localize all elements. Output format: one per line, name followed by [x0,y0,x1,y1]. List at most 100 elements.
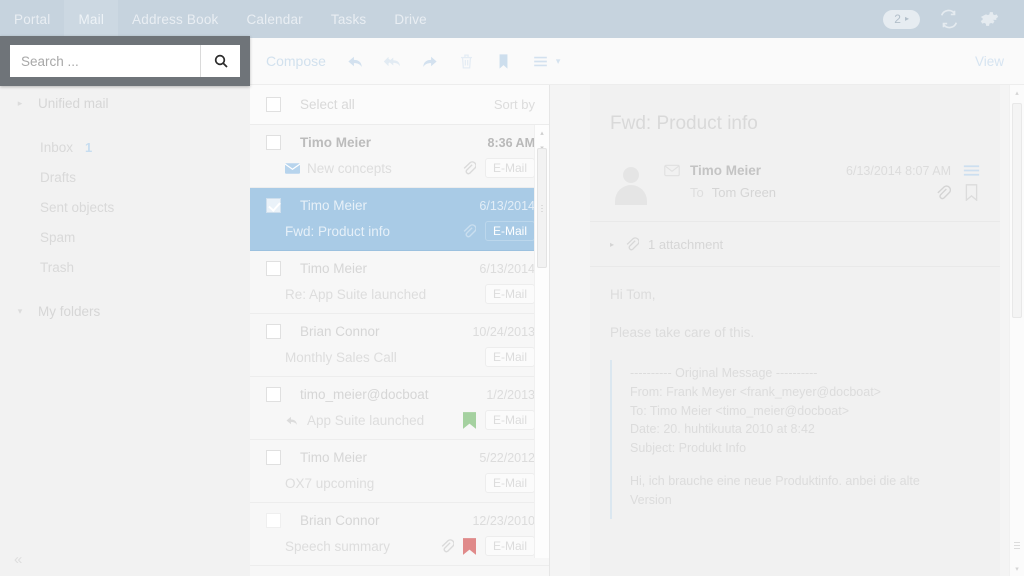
attachment-count-label: 1 attachment [648,236,724,252]
paperclip-icon[interactable] [934,184,951,201]
flag-icon[interactable] [462,411,476,429]
tab-tasks[interactable]: Tasks [317,0,381,38]
scroll-down-button[interactable]: ▾ [1010,561,1024,576]
row-checkbox[interactable] [266,324,281,339]
row-sender: timo_meier@docboat [300,387,429,402]
row-checkbox[interactable] [266,198,281,213]
delete-icon[interactable] [457,52,476,71]
scrollbar-thumb[interactable] [537,148,547,268]
mail-list-scrollbar[interactable]: ▴ ▾ [534,125,549,558]
notification-badge[interactable]: 2 ▸ [883,9,920,29]
row-badges: E-Mail [484,284,535,304]
mail-sender-name: Timo Meier [690,163,762,178]
row-sender: Timo Meier [300,450,368,465]
reply-all-icon[interactable] [383,52,402,71]
body-greeting: Hi Tom, [610,287,656,302]
sidebar-item-my-folders[interactable]: ▾ My folders [0,296,250,326]
search-input[interactable]: Search ... [10,45,200,77]
row-checkbox[interactable] [266,261,281,276]
bookmark-icon[interactable] [963,184,980,201]
refresh-icon[interactable] [938,8,960,30]
row-badges: E-Mail [462,410,535,430]
avatar [610,163,652,205]
select-all-label[interactable]: Select all [300,97,355,112]
row-line-primary: Timo Meier 5/22/2012 [266,450,535,465]
row-sender: Timo Meier [300,198,368,213]
table-row[interactable]: Timo Meier 6/13/2014 Fwd: Product info E… [250,188,549,251]
sort-by-button[interactable]: Sort by [494,97,535,112]
sidebar-item-label: Sent objects [40,199,115,215]
scrollbar-track[interactable] [537,140,547,543]
chevron-right-icon[interactable]: ▸ [12,98,28,109]
table-row[interactable]: Timo Meier 5/22/2012 OX7 upcoming E-Mail [250,440,549,503]
table-row[interactable]: Timo Meier 6/13/2014 Re: App Suite launc… [250,251,549,314]
scrollbar-thumb[interactable] [1012,103,1022,318]
list-menu-icon[interactable] [963,164,980,177]
quote-line: Date: 20. huhtikuuta 2010 at 8:42 [630,422,815,437]
mail-detail-meta-secondary: To Tom Green [664,184,980,201]
chevron-down-icon[interactable]: ▾ [12,306,28,317]
sidebar-item-label: Spam [40,229,76,245]
row-checkbox[interactable] [266,450,281,465]
row-sender: Brian Connor [300,513,380,528]
row-line-primary: Timo Meier 8:36 AM [266,135,535,150]
row-subject: New concepts [307,160,392,176]
reply-icon[interactable] [346,52,365,71]
chevron-down-icon[interactable]: ▾ [556,56,561,67]
row-checkbox[interactable] [266,387,281,402]
row-subject: Monthly Sales Call [285,349,397,365]
table-row[interactable]: timo_meier@docboat 1/2/2013 App Suite la… [250,377,549,440]
row-subject-group: Monthly Sales Call [285,350,397,365]
scroll-up-button[interactable]: ▴ [535,125,549,140]
attachment-summary-row[interactable]: ▸ 1 attachment [590,222,1000,267]
tab-portal[interactable]: Portal [0,0,64,38]
sidebar-item-unified-mail[interactable]: ▸ Unified mail [0,88,250,118]
view-menu-button[interactable]: View [975,54,1024,69]
forward-icon[interactable] [420,52,439,71]
sidebar-item-trash[interactable]: Trash [0,252,250,282]
flag-icon[interactable] [462,537,476,555]
search-submit-button[interactable] [200,45,240,77]
compose-button[interactable]: Compose [250,53,340,69]
row-line-primary: Brian Connor 12/23/2010 [266,513,535,528]
row-tag: E-Mail [484,284,535,304]
row-checkbox[interactable] [266,513,281,528]
sidebar-item-inbox[interactable]: Inbox 1 [0,132,250,162]
mail-detail-scrollbar[interactable]: ▴ ▾ [1009,85,1024,576]
row-date: 6/13/2014 [479,198,535,213]
mail-detail-header: Timo Meier 6/13/2014 8:07 AM To Tom Gree… [590,163,1000,222]
tab-calendar[interactable]: Calendar [232,0,316,38]
chevron-right-icon[interactable]: ▸ [610,240,614,249]
sidebar-item-sent-objects[interactable]: Sent objects [0,192,250,222]
row-line-secondary: New concepts E-Mail [266,158,535,178]
mail-detail-meta-primary: Timo Meier 6/13/2014 8:07 AM [664,163,980,178]
search-placeholder-text: Search ... [21,53,79,69]
row-subject: Fwd: Product info [285,223,391,239]
quote-line: Subject: Produkt Info [630,441,747,456]
tab-mail[interactable]: Mail [64,0,119,38]
mail-body: Hi Tom, Please take care of this. ------… [590,267,1000,520]
collapse-sidebar-button[interactable]: « [14,551,22,568]
topbar-actions: 2 ▸ [883,8,1024,30]
row-tag: E-Mail [484,347,535,367]
table-row[interactable]: Brian Connor 12/23/2010 Speech summary E… [250,503,549,566]
tab-drive[interactable]: Drive [380,0,441,38]
scroll-up-button[interactable]: ▴ [1010,85,1024,100]
mail-list-header: Select all Sort by [250,85,549,125]
list-menu-icon[interactable] [531,52,550,71]
tab-address-book[interactable]: Address Book [118,0,232,38]
row-checkbox[interactable] [266,135,281,150]
table-row[interactable]: Brian Connor 10/24/2013 Monthly Sales Ca… [250,314,549,377]
row-date: 8:36 AM [487,135,535,150]
sidebar-item-spam[interactable]: Spam [0,222,250,252]
flag-icon[interactable] [494,52,513,71]
mail-detail-meta: Timo Meier 6/13/2014 8:07 AM To Tom Gree… [664,163,980,201]
row-badges: E-Mail [484,347,535,367]
table-row[interactable]: Timo Meier 8:36 AM New concepts E-Mail [250,125,549,188]
sidebar-item-drafts[interactable]: Drafts [0,162,250,192]
recipient-value: Tom Green [711,185,777,200]
body-line: Please take care of this. [610,324,755,340]
gear-icon[interactable] [978,8,1000,30]
avatar-head-shape [623,167,639,183]
select-all-checkbox[interactable] [266,97,281,112]
